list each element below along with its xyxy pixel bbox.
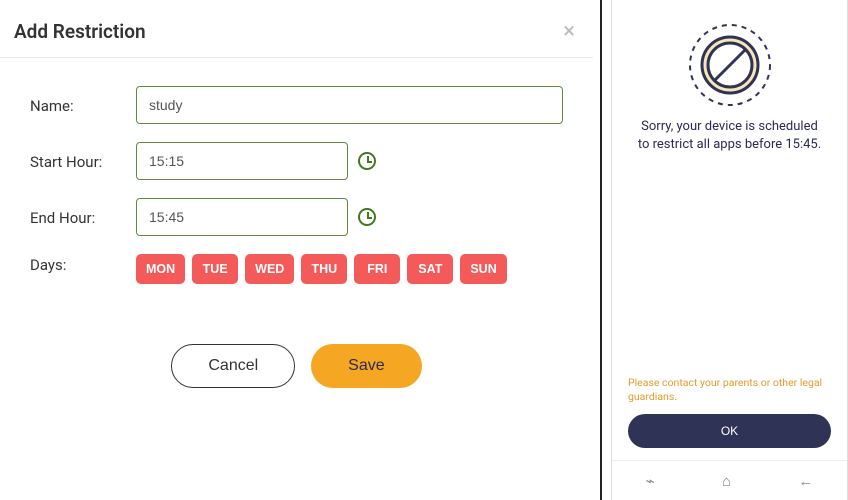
label-start-hour: Start Hour: [30,151,136,171]
form-body: Name: Start Hour: End Hour: Days: MO [0,58,593,398]
vertical-divider [600,0,602,500]
nav-back-icon[interactable]: ← [798,472,813,490]
label-name: Name: [30,95,136,115]
days-container: MON TUE WED THU FRI SAT SUN [136,254,507,284]
cancel-button[interactable]: Cancel [171,344,295,388]
close-icon[interactable]: × [559,21,579,43]
nav-recent-icon[interactable]: ⌁ [646,472,655,490]
row-start-hour: Start Hour: [30,142,563,180]
clock-icon[interactable] [358,152,376,170]
day-thu[interactable]: THU [301,254,347,284]
nav-home-icon[interactable]: ⌂ [722,472,731,490]
row-name: Name: [30,86,563,124]
restriction-message: Sorry, your device is scheduled to restr… [628,118,831,154]
modal-actions: Cancel Save [30,344,563,388]
restrict-icon [687,22,773,108]
modal-header: Add Restriction × [0,0,593,58]
row-end-hour: End Hour: [30,198,563,236]
day-fri[interactable]: FRI [354,254,400,284]
ok-button[interactable]: OK [628,414,831,448]
end-hour-input[interactable] [136,198,348,236]
save-button[interactable]: Save [311,344,421,388]
add-restriction-modal: Add Restriction × Name: Start Hour: End … [0,0,593,500]
start-hour-input[interactable] [136,142,348,180]
day-sat[interactable]: SAT [407,254,453,284]
day-sun[interactable]: SUN [460,254,506,284]
row-days: Days: MON TUE WED THU FRI SAT SUN [30,254,563,284]
android-nav-bar: ⌁ ⌂ ← [612,460,847,500]
day-mon[interactable]: MON [136,254,185,284]
clock-icon[interactable] [358,208,376,226]
day-tue[interactable]: TUE [192,254,238,284]
label-days: Days: [30,254,136,274]
name-input[interactable] [136,86,563,124]
day-wed[interactable]: WED [245,254,294,284]
phone-preview: Sorry, your device is scheduled to restr… [611,0,848,500]
label-end-hour: End Hour: [30,207,136,227]
contact-message: Please contact your parents or other leg… [628,376,831,404]
modal-title: Add Restriction [14,20,146,43]
